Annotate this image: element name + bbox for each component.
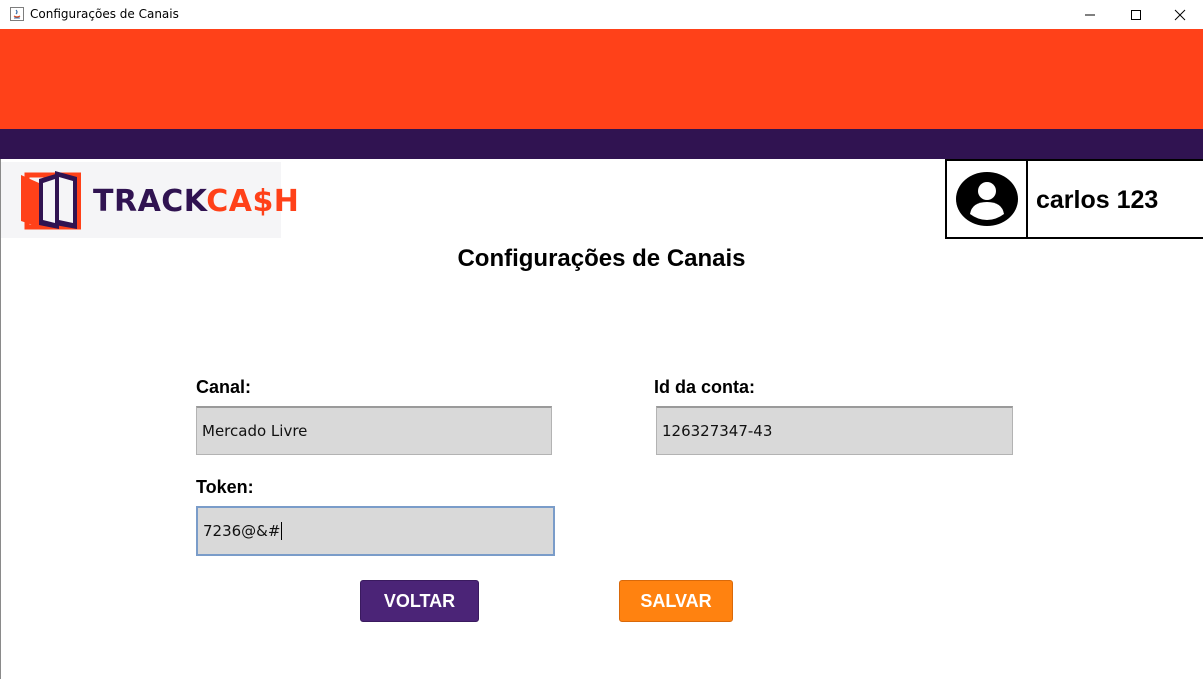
close-icon xyxy=(1174,9,1186,20)
close-button[interactable] xyxy=(1157,0,1203,29)
voltar-button[interactable]: VOLTAR xyxy=(360,580,479,622)
java-app-icon xyxy=(10,7,24,21)
maximize-icon xyxy=(1131,9,1141,20)
logo-wordmark: TRACKCA$H xyxy=(93,184,299,219)
minimize-button[interactable] xyxy=(1067,0,1113,29)
header-banner-purple xyxy=(0,129,1203,159)
window-title: Configurações de Canais xyxy=(30,7,179,21)
token-label: Token: xyxy=(196,477,254,497)
canal-label: Canal: xyxy=(196,377,252,397)
logo-text-track: TRACK xyxy=(93,184,207,219)
minimize-icon xyxy=(1085,14,1095,15)
text-caret xyxy=(281,522,283,540)
salvar-button[interactable]: SALVAR xyxy=(619,580,733,622)
id-conta-field[interactable]: 126327347-43 xyxy=(656,406,1013,455)
canal-field[interactable]: Mercado Livre xyxy=(196,406,552,455)
page-title: Configurações de Canais xyxy=(457,245,746,272)
window-titlebar: Configurações de Canais xyxy=(0,0,1203,29)
token-field-value: 7236@&# xyxy=(203,522,281,540)
user-avatar[interactable] xyxy=(945,159,1028,239)
token-field[interactable]: 7236@&# xyxy=(196,506,555,556)
maximize-button[interactable] xyxy=(1113,0,1159,29)
user-circle-icon xyxy=(955,172,1018,226)
user-name-box: carlos 123 xyxy=(1026,159,1203,239)
user-name: carlos 123 xyxy=(1036,186,1159,214)
header-banner-orange xyxy=(0,29,1203,129)
id-conta-label: Id da conta: xyxy=(654,377,756,397)
door-frame-logo-icon xyxy=(21,171,81,230)
trackcash-logo: TRACKCA$H xyxy=(1,162,299,238)
id-conta-field-value: 126327347-43 xyxy=(662,422,773,440)
logo-text-cash: CA$H xyxy=(206,184,300,219)
canal-field-value: Mercado Livre xyxy=(202,422,308,440)
